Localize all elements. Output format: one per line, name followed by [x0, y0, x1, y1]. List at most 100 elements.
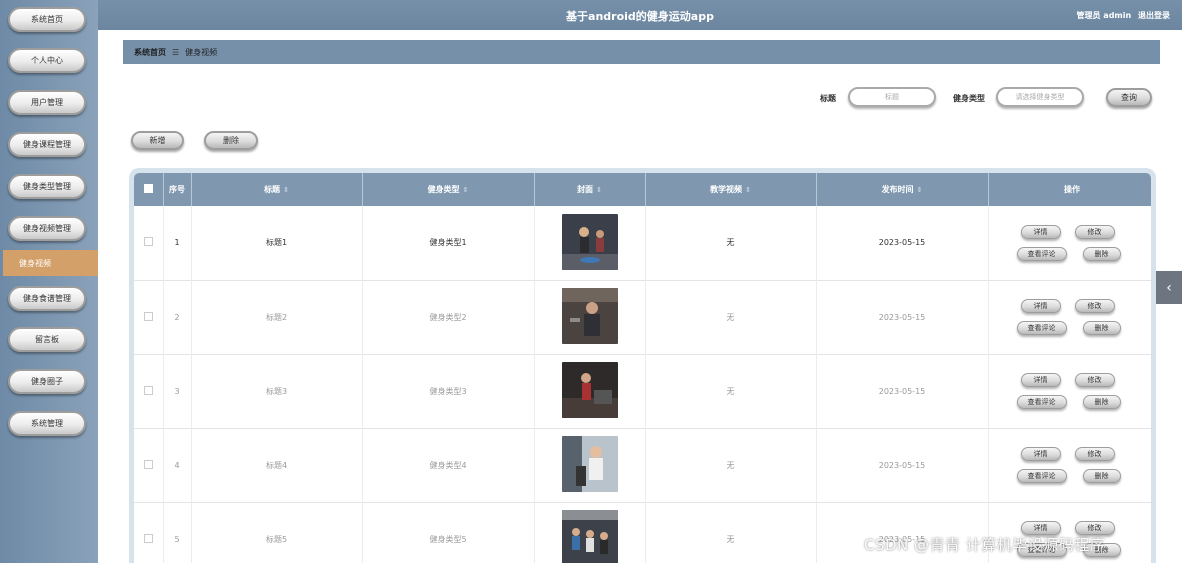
- row-video: 无: [645, 354, 817, 428]
- delete-button[interactable]: 删除: [1082, 246, 1121, 261]
- chevron-left-icon[interactable]: ‹: [1156, 271, 1182, 304]
- row-checkbox[interactable]: [143, 385, 153, 395]
- view-comments-button[interactable]: 查看评论: [1016, 469, 1067, 483]
- row-checkbox[interactable]: [143, 459, 153, 469]
- detail-button[interactable]: 详情: [1020, 521, 1061, 535]
- edit-button[interactable]: 修改: [1074, 521, 1115, 535]
- header-title[interactable]: 标题 ⇕: [191, 173, 363, 206]
- sidebar-item-video-management[interactable]: 健身视频管理: [8, 216, 86, 241]
- sidebar-item-recipe-management[interactable]: 健身食谱管理: [8, 286, 86, 311]
- row-checkbox[interactable]: [143, 311, 153, 321]
- select-all-cell[interactable]: [134, 173, 164, 206]
- row-type: 健身类型1: [362, 206, 535, 280]
- title-filter-label: 标题: [820, 94, 836, 103]
- header-video[interactable]: 教学视频 ⇕: [645, 173, 817, 206]
- sidebar-item-course-management[interactable]: 健身课程管理: [8, 132, 86, 157]
- detail-button[interactable]: 详情: [1020, 447, 1061, 461]
- row-video: 无: [645, 428, 817, 502]
- row-date: 2023-05-15: [816, 280, 989, 354]
- row-video: 无: [645, 206, 817, 280]
- sort-icon: ⇕: [745, 186, 751, 194]
- row-type: 健身类型2: [362, 280, 535, 354]
- delete-button[interactable]: 删除: [1082, 321, 1121, 335]
- row-date: 2023-05-15: [816, 354, 989, 428]
- sidebar-item-user-management[interactable]: 用户管理: [8, 90, 86, 115]
- header-operations: 操作: [988, 173, 1151, 206]
- table-header-row: 序号 标题 ⇕ 健身类型 ⇕ 封面 ⇕ 教学视频 ⇕ 发布时间 ⇕ 操作: [134, 173, 1151, 206]
- sort-icon: ⇕: [596, 186, 602, 194]
- row-type: 健身类型4: [362, 428, 535, 502]
- user-label: 管理员 admin: [1076, 11, 1132, 20]
- sidebar-item-personal-center[interactable]: 个人中心: [8, 48, 86, 73]
- row-actions: 详情 修改 查看评论 删除: [989, 435, 1152, 495]
- row-date: 2023-05-15: [816, 428, 989, 502]
- app-title: 基于android的健身运动app: [566, 10, 714, 23]
- cover-image[interactable]: [561, 213, 618, 270]
- delete-button[interactable]: 删除: [1082, 395, 1121, 409]
- header-cover[interactable]: 封面 ⇕: [534, 173, 646, 206]
- row-video: 无: [645, 280, 817, 354]
- sidebar-item-home[interactable]: 系统首页: [8, 7, 86, 32]
- type-filter-label: 健身类型: [953, 94, 985, 103]
- table-row: 3 标题3 健身类型3 无 2023-05-15 详情 修改 查看评论 删除: [134, 354, 1151, 428]
- view-comments-button[interactable]: 查看评论: [1016, 246, 1067, 261]
- row-index: 2: [163, 280, 192, 354]
- row-index: 1: [163, 206, 192, 280]
- table-row: 4 标题4 健身类型4 无 2023-05-15 详情 修改 查看评论 删除: [134, 428, 1152, 502]
- batch-delete-button[interactable]: 删除: [204, 131, 258, 150]
- sidebar-item-message-board[interactable]: 留言板: [8, 327, 86, 352]
- detail-button[interactable]: 详情: [1020, 224, 1061, 239]
- sort-icon: ⇕: [462, 186, 469, 194]
- sort-icon: ⇕: [283, 186, 289, 194]
- row-type: 健身类型3: [362, 354, 535, 428]
- row-title: 标题2: [191, 280, 363, 354]
- sort-icon: ⇕: [916, 186, 923, 194]
- breadcrumb-home[interactable]: 系统首页: [134, 47, 166, 58]
- row-actions: 详情 修改 查看评论 删除: [989, 287, 1152, 347]
- sidebar-item-system-management[interactable]: 系统管理: [8, 411, 86, 436]
- sidebar-subitem-fitness-video[interactable]: 健身视频: [3, 250, 98, 276]
- type-select[interactable]: 请选择健身类型: [996, 87, 1084, 107]
- row-checkbox[interactable]: [143, 237, 153, 247]
- watermark: CSDN @青青 计算机毕设源码程序: [864, 536, 1106, 554]
- sidebar: 系统首页 个人中心 用户管理 健身课程管理 健身类型管理 健身视频管理 健身视频…: [0, 0, 98, 563]
- row-actions: 详情 修改 查看评论 删除: [989, 213, 1152, 273]
- row-title: 标题3: [191, 354, 363, 428]
- sidebar-item-type-management[interactable]: 健身类型管理: [8, 174, 86, 199]
- cover-image[interactable]: [561, 510, 618, 563]
- detail-button[interactable]: 详情: [1020, 373, 1061, 387]
- table-row: 1 标题1 健身类型1 无 2023-05-15 详情 修改 查看评论 删除: [134, 206, 1152, 280]
- delete-button[interactable]: 删除: [1082, 469, 1121, 483]
- detail-button[interactable]: 详情: [1020, 299, 1061, 313]
- cover-image[interactable]: [561, 288, 618, 344]
- row-title: 标题5: [191, 502, 363, 563]
- table-row: 2 标题2 健身类型2 无 2023-05-15 详情 修改 查看评论 删除: [134, 280, 1152, 354]
- header-type[interactable]: 健身类型 ⇕: [362, 173, 535, 206]
- breadcrumb-current: 健身视频: [185, 47, 218, 57]
- add-button[interactable]: 新增: [131, 131, 184, 150]
- view-comments-button[interactable]: 查看评论: [1016, 395, 1067, 409]
- edit-button[interactable]: 修改: [1074, 299, 1115, 313]
- edit-button[interactable]: 修改: [1074, 447, 1115, 461]
- row-index: 4: [163, 428, 192, 502]
- edit-button[interactable]: 修改: [1074, 224, 1115, 239]
- row-checkbox[interactable]: [143, 533, 153, 543]
- top-header: 基于android的健身运动app 管理员 admin 退出登录: [98, 0, 1182, 30]
- edit-button[interactable]: 修改: [1074, 373, 1115, 387]
- view-comments-button[interactable]: 查看评论: [1016, 321, 1067, 335]
- header-publish-time[interactable]: 发布时间 ⇕: [816, 173, 989, 206]
- row-video: 无: [645, 502, 817, 563]
- sidebar-item-fitness-circle[interactable]: 健身圈子: [8, 369, 86, 394]
- user-area: 管理员 admin 退出登录: [1073, 10, 1170, 21]
- title-search-input[interactable]: 标题: [848, 87, 936, 107]
- cover-image[interactable]: [561, 436, 618, 492]
- row-title: 标题1: [191, 206, 363, 280]
- row-type: 健身类型5: [362, 502, 535, 563]
- header-index: 序号: [163, 173, 192, 206]
- row-index: 3: [163, 354, 192, 428]
- query-button[interactable]: 查询: [1106, 88, 1152, 107]
- select-all-checkbox[interactable]: [143, 184, 153, 193]
- row-date: 2023-05-15: [816, 206, 989, 280]
- cover-image[interactable]: [561, 362, 618, 418]
- logout-link[interactable]: 退出登录: [1138, 11, 1170, 20]
